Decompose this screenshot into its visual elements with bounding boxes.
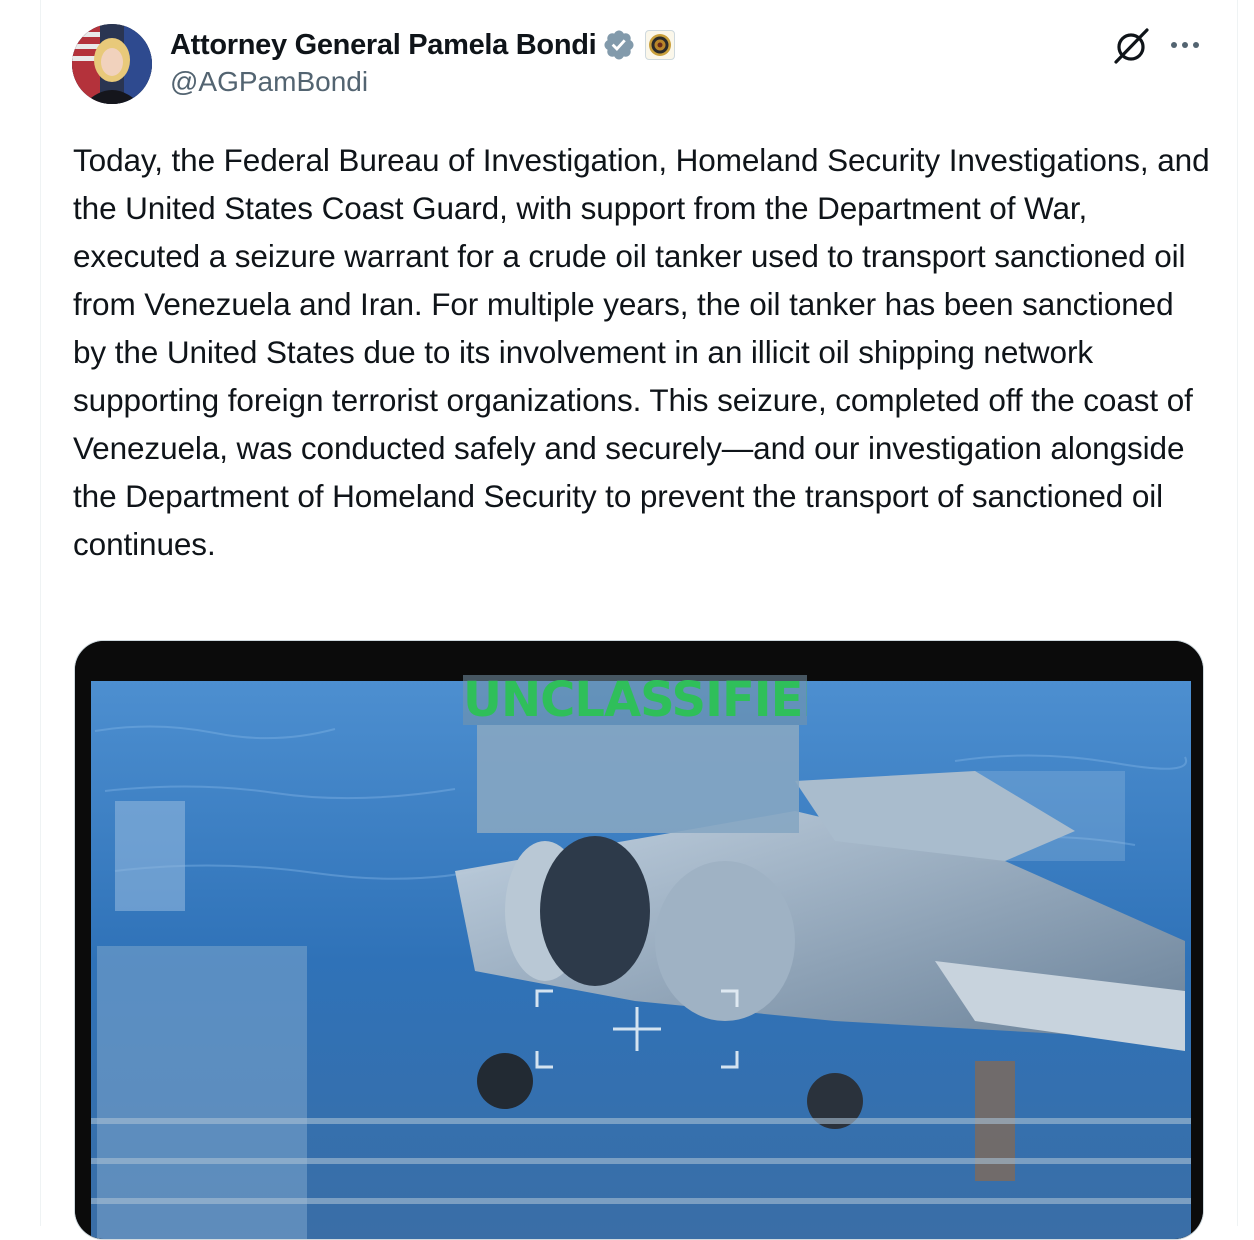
- author-handle[interactable]: @AGPamBondi: [170, 66, 368, 98]
- doj-seal-icon[interactable]: [645, 30, 676, 60]
- timeline-border-right: [1237, 0, 1238, 1226]
- post-text: Today, the Federal Bureau of Investigati…: [73, 142, 1210, 562]
- avatar-photo: [72, 24, 152, 104]
- author-display-name[interactable]: Attorney General Pamela Bondi: [170, 29, 597, 62]
- timeline-border-left: [40, 0, 41, 1226]
- video-overlay-label: UNCLASSIFIED: [463, 675, 807, 725]
- more-options-icon[interactable]: [1169, 34, 1203, 56]
- avatar[interactable]: [72, 24, 152, 104]
- post-video[interactable]: UNCLASSIFIED: [74, 640, 1204, 1240]
- verified-badge-icon[interactable]: [602, 28, 636, 62]
- grok-icon[interactable]: [1112, 26, 1152, 66]
- author-name-row: Attorney General Pamela Bondi: [170, 26, 676, 64]
- post-header: Attorney General Pamela Bondi @AGPamBond…: [72, 22, 1212, 108]
- video-frame: [75, 641, 1203, 1239]
